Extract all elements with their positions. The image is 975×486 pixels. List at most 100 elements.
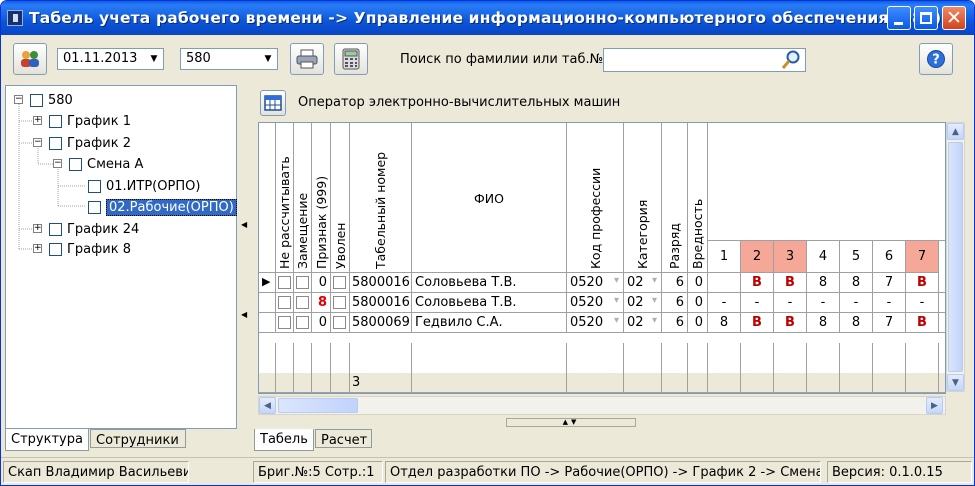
checkbox[interactable]: [49, 242, 62, 256]
col-kod-professii[interactable]: Код профессии: [567, 123, 624, 273]
table-cell[interactable]: Соловьева Т.В.: [412, 293, 567, 313]
checkbox[interactable]: [278, 296, 291, 309]
collapse-toggle[interactable]: −: [53, 159, 62, 168]
table-cell[interactable]: [276, 273, 294, 293]
table-cell[interactable]: 5800069: [350, 313, 412, 333]
tab-employees[interactable]: Сотрудники: [90, 429, 186, 448]
day-cell[interactable]: -: [807, 293, 840, 313]
tree-node-grafik-1[interactable]: График 1: [49, 112, 131, 130]
day-cell[interactable]: В: [906, 273, 939, 293]
checkbox[interactable]: [49, 114, 62, 128]
day-cell[interactable]: -: [774, 293, 807, 313]
checkbox[interactable]: [296, 296, 309, 309]
date-select[interactable]: 01.11.2013 ▼: [57, 48, 164, 70]
table-cell[interactable]: [294, 273, 312, 293]
chevron-down-icon[interactable]: ▼: [145, 49, 163, 69]
vertical-splitter[interactable]: ◀ ◀: [239, 85, 251, 429]
day-cell[interactable]: 8: [807, 273, 840, 293]
table-cell[interactable]: 02 ▾: [624, 313, 662, 333]
scroll-left-button[interactable]: ◀: [259, 397, 276, 414]
day-cell[interactable]: -: [708, 293, 741, 313]
table-cell[interactable]: Соловьева Т.В.: [412, 273, 567, 293]
tab-structure[interactable]: Структура: [5, 429, 89, 451]
day-header-2[interactable]: 2: [741, 241, 774, 273]
checkbox[interactable]: [333, 276, 346, 289]
day-cell[interactable]: -: [840, 293, 873, 313]
tree-node-rabochie[interactable]: 02.Рабочие(ОРПО): [88, 198, 237, 216]
help-button[interactable]: ?: [919, 43, 953, 75]
checkbox[interactable]: [49, 136, 62, 150]
table-cell[interactable]: [331, 273, 350, 293]
print-button[interactable]: [290, 43, 324, 75]
day-cell[interactable]: В: [741, 313, 774, 333]
table-cell[interactable]: [294, 293, 312, 313]
scrollbar-thumb[interactable]: [278, 398, 358, 413]
table-cell[interactable]: 6: [662, 313, 688, 333]
chevron-down-icon[interactable]: ▼: [259, 49, 277, 69]
grid-view-button[interactable]: [260, 90, 286, 116]
checkbox[interactable]: [296, 276, 309, 289]
checkbox[interactable]: [88, 179, 101, 193]
table-cell[interactable]: 02 ▾: [624, 293, 662, 313]
day-header-4[interactable]: 4: [807, 241, 840, 273]
search-icon[interactable]: [781, 50, 801, 70]
tab-calculation[interactable]: Расчет: [315, 429, 372, 448]
day-cell[interactable]: -: [906, 293, 939, 313]
table-cell[interactable]: [259, 293, 276, 313]
checkbox[interactable]: [278, 316, 291, 329]
day-cell[interactable]: 7: [873, 313, 906, 333]
day-cell[interactable]: 7: [873, 273, 906, 293]
title-bar[interactable]: Табель учета рабочего времени -> Управле…: [1, 1, 974, 35]
day-cell[interactable]: В: [741, 273, 774, 293]
expand-toggle[interactable]: +: [33, 116, 42, 125]
checkbox[interactable]: [49, 222, 62, 236]
table-cell[interactable]: 0: [688, 293, 708, 313]
table-cell[interactable]: 0520 ▾: [567, 313, 624, 333]
vertical-scrollbar[interactable]: ▲ ▼: [946, 122, 965, 392]
tree-node-grafik-24[interactable]: График 24: [49, 220, 139, 238]
horizontal-splitter[interactable]: ▲▼: [506, 418, 636, 427]
expand-toggle[interactable]: +: [33, 224, 42, 233]
day-cell[interactable]: В: [774, 313, 807, 333]
day-cell[interactable]: 8: [807, 313, 840, 333]
collapse-toggle[interactable]: −: [14, 95, 23, 104]
checkbox[interactable]: [333, 296, 346, 309]
col-zameshchenie[interactable]: Замещение: [294, 123, 312, 273]
tree-node-580[interactable]: 580: [30, 91, 73, 109]
table-cell[interactable]: [276, 313, 294, 333]
horizontal-scrollbar[interactable]: ◀ ▶: [258, 396, 946, 415]
department-select[interactable]: 580 ▼: [180, 48, 278, 70]
table-cell[interactable]: 5800016: [350, 273, 412, 293]
tree-node-itr[interactable]: 01.ИТР(ОРПО): [88, 177, 200, 195]
checkbox[interactable]: [69, 157, 82, 171]
day-header-5[interactable]: 5: [840, 241, 873, 273]
checkbox[interactable]: [333, 316, 346, 329]
table-cell[interactable]: 0: [312, 313, 331, 333]
day-cell[interactable]: [708, 273, 741, 293]
timesheet-grid[interactable]: Не рассчитывать Замещение Признак (999) Уво…: [258, 122, 946, 394]
col-uvolen[interactable]: Уволен: [331, 123, 350, 273]
calculator-button[interactable]: [334, 43, 368, 75]
chevron-left-icon[interactable]: ◀: [241, 220, 247, 229]
table-cell[interactable]: [294, 313, 312, 333]
chevron-left-icon[interactable]: ◀: [241, 310, 247, 319]
col-vrednost[interactable]: Вредность: [688, 123, 708, 273]
col-kategoriya[interactable]: Категория: [624, 123, 662, 273]
scroll-right-button[interactable]: ▶: [926, 397, 943, 414]
col-tab-nomer[interactable]: Табельный номер: [350, 123, 412, 273]
table-cell[interactable]: 0520 ▾: [567, 293, 624, 313]
expand-toggle[interactable]: +: [33, 244, 42, 253]
checkbox[interactable]: [88, 200, 101, 214]
table-cell[interactable]: 6: [662, 293, 688, 313]
day-cell[interactable]: 8: [708, 313, 741, 333]
scroll-up-button[interactable]: ▲: [947, 123, 964, 140]
tree-node-grafik-2[interactable]: График 2: [49, 134, 131, 152]
day-cell[interactable]: 8: [840, 313, 873, 333]
col-priznak[interactable]: Признак (999): [312, 123, 331, 273]
scrollbar-thumb[interactable]: [948, 142, 963, 372]
table-cell[interactable]: Гедвило С.А.: [412, 313, 567, 333]
tree-node-grafik-8[interactable]: График 8: [49, 240, 131, 258]
search-input[interactable]: [603, 48, 806, 72]
col-razryad[interactable]: Разряд: [662, 123, 688, 273]
table-cell[interactable]: ▶: [259, 273, 276, 293]
